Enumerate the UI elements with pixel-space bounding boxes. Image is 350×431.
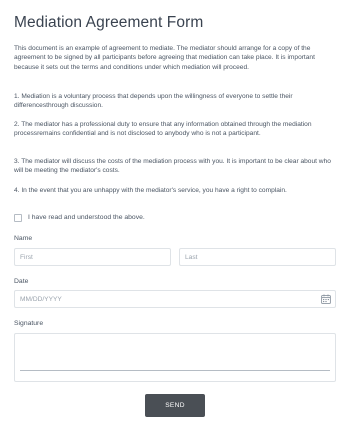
term-4: 4. In the event that you are unhappy wit… <box>14 187 287 194</box>
name-label: Name <box>14 235 33 242</box>
acknowledge-checkbox[interactable] <box>14 213 22 222</box>
acknowledge-label[interactable]: I have read and understood the above. <box>28 214 145 221</box>
date-input[interactable] <box>14 290 336 308</box>
intro-paragraph: This document is an example of agreement… <box>14 45 315 71</box>
send-button[interactable]: SEND <box>145 394 205 417</box>
term-2: 2. The mediator has a professional duty … <box>14 121 312 138</box>
signature-pad[interactable] <box>14 333 336 382</box>
date-label: Date <box>14 278 29 285</box>
first-name-input[interactable] <box>14 248 171 266</box>
term-3: 3. The mediator will discuss the costs o… <box>14 158 331 175</box>
last-name-input[interactable] <box>179 248 336 266</box>
form-title: Mediation Agreement Form <box>14 14 204 31</box>
signature-label: Signature <box>14 320 44 327</box>
acknowledge-row: I have read and understood the above. <box>14 212 145 223</box>
signature-baseline <box>20 370 330 371</box>
calendar-icon[interactable] <box>321 294 331 304</box>
term-1: 1. Mediation is a voluntary process that… <box>14 93 293 110</box>
